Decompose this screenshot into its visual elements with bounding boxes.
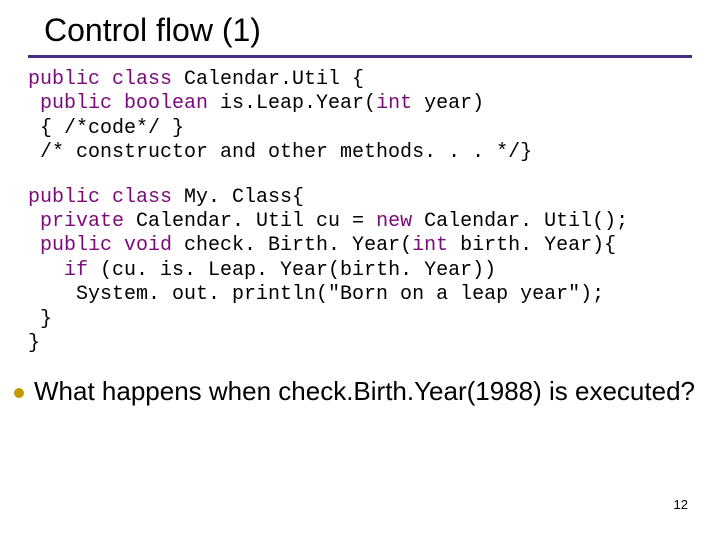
kw-void: void bbox=[112, 234, 172, 257]
code-text: My. Class{ bbox=[172, 186, 304, 209]
code-text: Calendar. Util(); bbox=[412, 210, 628, 233]
kw-if: if bbox=[28, 259, 88, 282]
page-number: 12 bbox=[674, 497, 688, 512]
code-text: (cu. is. Leap. Year(birth. Year)) bbox=[88, 259, 496, 282]
code-block-1: public class Calendar.Util { public bool… bbox=[0, 68, 720, 166]
kw-boolean: boolean bbox=[112, 92, 208, 115]
code-text: /* constructor and other methods. . . */… bbox=[28, 141, 532, 164]
code-text: System. out. println("Born on a leap yea… bbox=[28, 283, 604, 306]
code-text: check. Birth. Year( bbox=[172, 234, 412, 257]
code-block-2: public class My. Class{ private Calendar… bbox=[0, 186, 720, 357]
code-text: is.Leap.Year( bbox=[208, 92, 376, 115]
bullet-item: What happens when check.Birth.Year(1988)… bbox=[0, 376, 720, 407]
slide-title: Control flow (1) bbox=[0, 0, 720, 55]
kw-int: int bbox=[412, 234, 448, 257]
kw-public: public bbox=[28, 92, 112, 115]
kw-public: public bbox=[28, 234, 112, 257]
code-text: { /*code*/ } bbox=[28, 117, 184, 140]
bullet-icon bbox=[14, 388, 24, 398]
code-text: } bbox=[28, 332, 40, 355]
code-text: Calendar.Util { bbox=[172, 68, 364, 91]
code-text: } bbox=[28, 308, 52, 331]
code-text: year) bbox=[412, 92, 484, 115]
title-rule bbox=[28, 55, 692, 58]
kw-new: new bbox=[376, 210, 412, 233]
question-text: What happens when check.Birth.Year(1988)… bbox=[34, 376, 695, 407]
kw-class: class bbox=[100, 68, 172, 91]
kw-private: private bbox=[28, 210, 124, 233]
kw-class: class bbox=[100, 186, 172, 209]
kw-public: public bbox=[28, 68, 100, 91]
code-text: Calendar. Util cu = bbox=[124, 210, 376, 233]
kw-public: public bbox=[28, 186, 100, 209]
code-text: birth. Year){ bbox=[448, 234, 616, 257]
kw-int: int bbox=[376, 92, 412, 115]
